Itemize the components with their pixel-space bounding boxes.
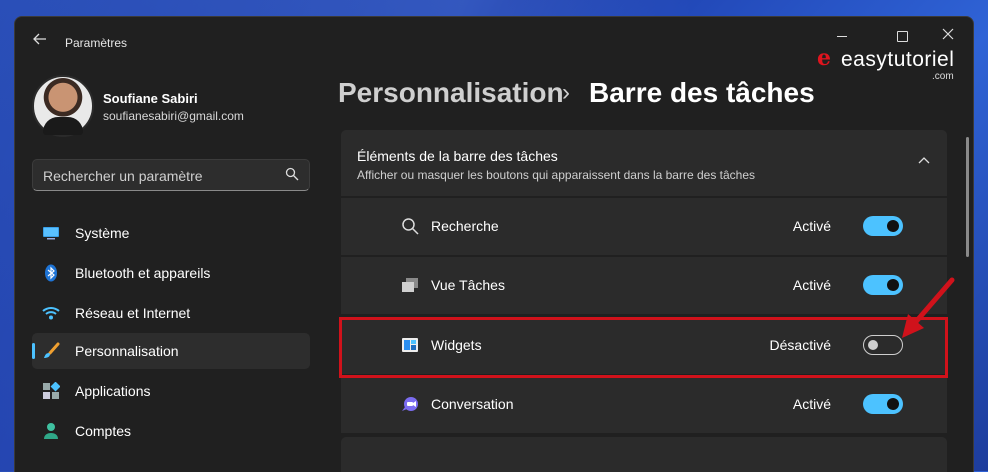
minimize-icon (837, 35, 847, 37)
row-label: Recherche (431, 218, 499, 234)
sidebar-item-label: Applications (75, 383, 151, 399)
page-title: Barre des tâches (589, 77, 815, 108)
active-indicator (32, 343, 35, 359)
back-arrow-icon (33, 33, 46, 45)
sidebar-item-comptes[interactable]: Comptes (32, 413, 310, 449)
user-name: Soufiane Sabiri (103, 91, 198, 106)
annotation-arrow-icon (902, 277, 955, 338)
sidebar-item-reseau[interactable]: Réseau et Internet (32, 295, 310, 331)
row-state: Activé (792, 396, 831, 412)
app-title: Paramètres (65, 36, 128, 50)
person-icon (44, 423, 58, 439)
row-state: Activé (792, 218, 831, 234)
search-input[interactable]: Rechercher un paramètre (32, 159, 310, 191)
taskbar-item-row: Recherche Activé (341, 198, 947, 255)
row-label: Vue Tâches (431, 277, 505, 293)
maximize-button[interactable] (887, 25, 917, 45)
user-email: soufianesabiri@gmail.com (103, 109, 244, 123)
logo-sub: .com (932, 71, 954, 82)
taskbar-item-row: Conversation Activé (341, 376, 947, 433)
sidebar-item-applications[interactable]: Applications (32, 373, 310, 409)
taskbar-item-row: Vue Tâches Activé (341, 257, 947, 314)
annotation-highlight-box (339, 317, 948, 378)
brush-icon (44, 342, 60, 358)
row-label: Conversation (431, 396, 514, 412)
maximize-icon (896, 30, 908, 42)
monitor-icon (43, 227, 59, 240)
close-button[interactable] (933, 25, 963, 45)
scrollbar[interactable] (966, 137, 969, 257)
search-placeholder: Rechercher un paramètre (43, 168, 203, 184)
task-view-icon (402, 278, 418, 292)
chevron-up-icon (918, 157, 930, 164)
chat-icon (402, 397, 418, 411)
apps-icon (43, 382, 60, 399)
settings-window: Paramètres e easytutoriel .com Soufiane … (14, 16, 974, 472)
sidebar-item-label: Bluetooth et appareils (75, 265, 211, 281)
sidebar-item-label: Système (75, 225, 130, 241)
section-subtitle: Afficher ou masquer les boutons qui appa… (357, 168, 756, 182)
minimize-button[interactable] (827, 25, 857, 45)
search-icon (402, 218, 419, 235)
breadcrumb-parent[interactable]: Personnalisation (338, 77, 564, 109)
breadcrumb-separator: › (562, 79, 570, 106)
sidebar-item-label: Comptes (75, 423, 132, 439)
back-button[interactable] (29, 31, 51, 53)
bluetooth-icon (45, 264, 57, 282)
avatar[interactable] (32, 75, 94, 137)
sidebar-item-systeme[interactable]: Système (32, 215, 310, 251)
search-icon (285, 167, 299, 181)
section-header[interactable]: Éléments de la barre des tâches Afficher… (341, 130, 947, 196)
sidebar-item-bluetooth[interactable]: Bluetooth et appareils (32, 255, 310, 291)
sidebar-item-label: Personnalisation (75, 343, 179, 359)
conversation-toggle[interactable] (863, 394, 903, 414)
logo-mark: e (817, 45, 831, 71)
sidebar-item-personnalisation[interactable]: Personnalisation (32, 333, 310, 369)
wifi-icon (42, 307, 60, 320)
next-section-card[interactable] (341, 437, 947, 472)
section-title: Éléments de la barre des tâches (357, 148, 558, 164)
row-state: Activé (792, 277, 831, 293)
recherche-toggle[interactable] (863, 216, 903, 236)
sidebar-item-label: Réseau et Internet (75, 305, 191, 321)
logo-text: easytutoriel (841, 48, 955, 71)
close-icon (942, 28, 954, 40)
